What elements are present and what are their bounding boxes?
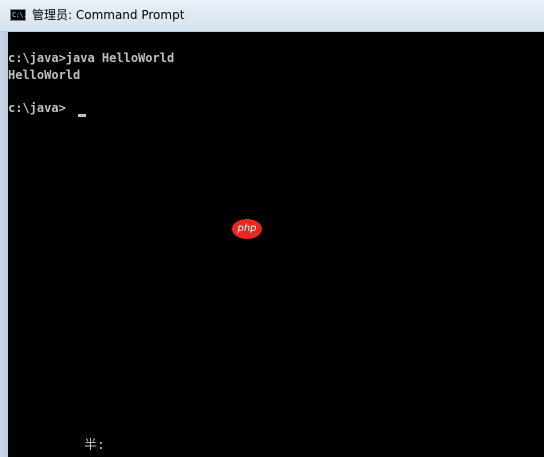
text-cursor xyxy=(78,114,86,117)
console-line-output: HelloWorld xyxy=(8,68,81,82)
window-title: 管理员: Command Prompt xyxy=(32,8,185,22)
title-bar[interactable]: C:\. 管理员: Command Prompt xyxy=(0,0,544,32)
console-app-icon[interactable]: C:\. xyxy=(10,9,27,21)
ime-status-indicator: 半: xyxy=(84,438,105,453)
console-line-command: c:\java>java HelloWorld xyxy=(8,51,175,65)
watermark-text: php xyxy=(237,223,257,234)
command-prompt-window: C:\. 管理员: Command Prompt c:\java>java He… xyxy=(0,0,544,457)
console-output-area[interactable]: c:\java>java HelloWorld HelloWorld c:\ja… xyxy=(8,32,544,457)
window-border-left xyxy=(0,32,8,457)
icon-label: C:\. xyxy=(12,11,27,19)
php-watermark-logo: php xyxy=(232,219,262,239)
console-line-prompt: c:\java> xyxy=(8,101,66,115)
